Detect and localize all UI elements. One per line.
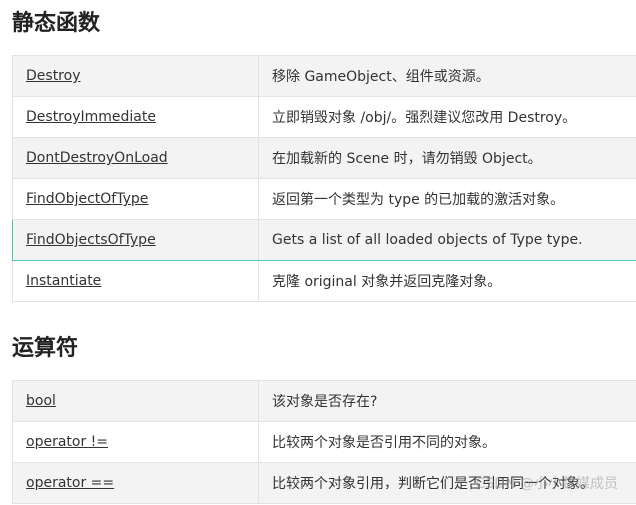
static-functions-table: Destroy 移除 GameObject、组件或资源。 DestroyImme… xyxy=(12,55,636,302)
csdn-watermark: CSDN @小小数媒成员 xyxy=(475,476,618,492)
link-bool[interactable]: bool xyxy=(26,393,56,409)
api-desc-cell: 该对象是否存在? xyxy=(258,380,636,422)
section-title-static-functions: 静态函数 xyxy=(12,11,101,36)
api-desc-cell: Gets a list of all loaded objects of Typ… xyxy=(258,219,636,261)
api-name-cell: operator != xyxy=(12,421,259,463)
table-row: operator != 比较两个对象是否引用不同的对象。 xyxy=(12,421,636,463)
api-name-cell: operator == xyxy=(12,462,259,504)
api-name-cell: DontDestroyOnLoad xyxy=(12,137,259,179)
api-desc-cell: 移除 GameObject、组件或资源。 xyxy=(258,55,636,97)
table-row: FindObjectOfType 返回第一个类型为 type 的已加载的激活对象… xyxy=(12,178,636,220)
api-description: 比较两个对象是否引用不同的对象。 xyxy=(272,435,496,451)
table-row: DontDestroyOnLoad 在加载新的 Scene 时，请勿销毁 Obj… xyxy=(12,137,636,179)
api-description: 在加载新的 Scene 时，请勿销毁 Object。 xyxy=(272,151,542,167)
api-description: Gets a list of all loaded objects of Typ… xyxy=(272,232,583,248)
link-find-objects-of-type[interactable]: FindObjectsOfType xyxy=(26,232,156,248)
api-desc-cell: 返回第一个类型为 type 的已加载的激活对象。 xyxy=(258,178,636,220)
api-description: 移除 GameObject、组件或资源。 xyxy=(272,69,490,85)
api-desc-cell: 立即销毁对象 /obj/。强烈建议您改用 Destroy。 xyxy=(258,96,636,138)
api-desc-cell: 克隆 original 对象并返回克隆对象。 xyxy=(258,260,636,302)
table-row: FindObjectsOfType Gets a list of all loa… xyxy=(12,219,636,261)
api-description: 立即销毁对象 /obj/。强烈建议您改用 Destroy。 xyxy=(272,110,577,126)
table-row: Destroy 移除 GameObject、组件或资源。 xyxy=(12,55,636,97)
link-instantiate[interactable]: Instantiate xyxy=(26,273,101,289)
table-row: DestroyImmediate 立即销毁对象 /obj/。强烈建议您改用 De… xyxy=(12,96,636,138)
api-description: 返回第一个类型为 type 的已加载的激活对象。 xyxy=(272,192,565,208)
table-row: Instantiate 克隆 original 对象并返回克隆对象。 xyxy=(12,260,636,302)
section-title-operators: 运算符 xyxy=(12,336,79,361)
table-row: bool 该对象是否存在? xyxy=(12,380,636,422)
api-name-cell: bool xyxy=(12,380,259,422)
api-name-cell: FindObjectOfType xyxy=(12,178,259,220)
api-description: 克隆 original 对象并返回克隆对象。 xyxy=(272,274,502,290)
api-desc-cell: 在加载新的 Scene 时，请勿销毁 Object。 xyxy=(258,137,636,179)
link-dont-destroy-on-load[interactable]: DontDestroyOnLoad xyxy=(26,150,168,166)
api-description: 该对象是否存在? xyxy=(272,394,378,410)
link-destroy-immediate[interactable]: DestroyImmediate xyxy=(26,109,156,125)
link-operator-equal[interactable]: operator == xyxy=(26,475,114,491)
api-name-cell: DestroyImmediate xyxy=(12,96,259,138)
api-name-cell: FindObjectsOfType xyxy=(12,219,259,261)
link-operator-not-equal[interactable]: operator != xyxy=(26,434,108,450)
link-find-object-of-type[interactable]: FindObjectOfType xyxy=(26,191,148,207)
api-desc-cell: 比较两个对象是否引用不同的对象。 xyxy=(258,421,636,463)
api-name-cell: Instantiate xyxy=(12,260,259,302)
api-name-cell: Destroy xyxy=(12,55,259,97)
link-destroy[interactable]: Destroy xyxy=(26,68,80,84)
